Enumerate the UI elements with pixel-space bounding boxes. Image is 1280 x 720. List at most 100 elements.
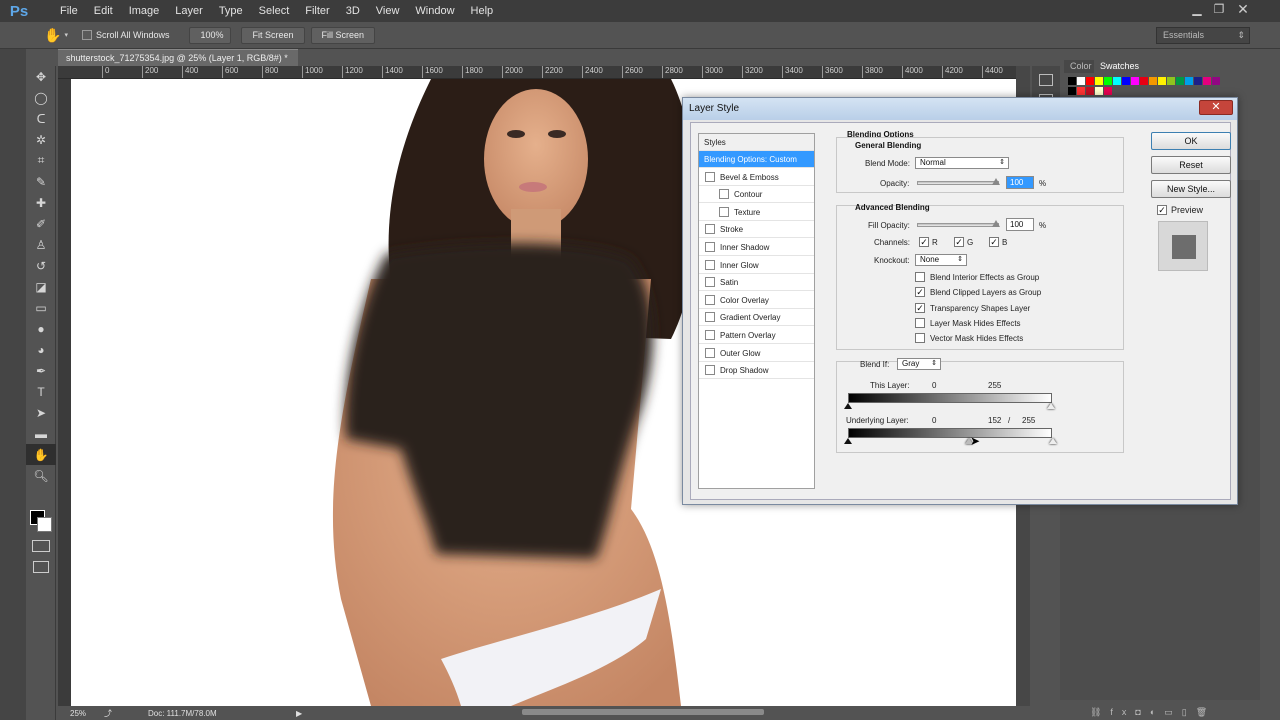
history-panel-icon[interactable] [1039, 74, 1053, 86]
zoom-level[interactable]: 25% [70, 709, 100, 718]
blend-if-select[interactable]: Gray ⇕ [897, 358, 941, 370]
workspace-select[interactable]: Essentials ⇕ [1156, 27, 1250, 44]
close-window-icon[interactable]: ✕ [1232, 0, 1254, 20]
color-panel-tab[interactable]: Color [1064, 60, 1098, 73]
style-checkbox[interactable] [705, 259, 715, 270]
menu-3d[interactable]: 3D [338, 0, 368, 22]
menu-file[interactable]: File [52, 0, 86, 22]
style-checkbox[interactable] [705, 277, 715, 288]
type-tool-icon[interactable]: T [26, 381, 56, 402]
gradient-tool-icon[interactable]: ▭ [26, 297, 56, 318]
channel-checkbox[interactable]: ✓ [919, 237, 929, 247]
color-swatch[interactable] [1068, 87, 1076, 95]
color-swatch[interactable] [1194, 77, 1202, 85]
scroll-all-checkbox[interactable] [81, 30, 92, 40]
style-checkbox[interactable] [719, 189, 729, 200]
advanced-option-checkbox[interactable]: ✓ [915, 287, 925, 298]
path-selection-tool-icon[interactable]: ➤ [26, 402, 56, 423]
style-checkbox[interactable] [705, 171, 715, 182]
style-item[interactable]: Contour [699, 186, 814, 204]
zoom-100-button[interactable]: 100% [189, 26, 232, 44]
style-item[interactable]: Gradient Overlay [699, 309, 814, 327]
history-brush-tool-icon[interactable]: ↺ [26, 255, 56, 276]
reset-button[interactable]: Reset [1151, 156, 1231, 174]
hand-tool-icon[interactable]: ✋ [44, 27, 61, 44]
lasso-tool-icon[interactable]: ᑕ [26, 108, 56, 129]
color-swatch[interactable] [1077, 77, 1085, 85]
channel-checkbox[interactable]: ✓ [989, 237, 999, 247]
style-checkbox[interactable] [705, 312, 715, 323]
this-layer-white-slider[interactable] [1047, 403, 1055, 409]
opacity-input[interactable]: 100 [1006, 176, 1034, 189]
fill-screen-button[interactable]: Fill Screen [310, 26, 376, 44]
healing-brush-tool-icon[interactable]: ✚ [26, 192, 56, 213]
styles-header[interactable]: Styles [699, 134, 814, 151]
this-layer-black-slider[interactable] [844, 403, 852, 409]
menu-view[interactable]: View [368, 0, 408, 22]
color-swatch[interactable] [1104, 77, 1112, 85]
magic-wand-tool-icon[interactable]: ✲ [26, 129, 56, 150]
menu-type[interactable]: Type [211, 0, 251, 22]
opacity-slider[interactable] [917, 181, 999, 185]
style-checkbox[interactable] [719, 206, 729, 217]
style-checkbox[interactable] [705, 294, 715, 305]
marquee-tool-icon[interactable]: ◯ [26, 87, 56, 108]
restore-icon[interactable]: ❐ [1208, 0, 1230, 20]
color-swatch[interactable] [1113, 77, 1121, 85]
advanced-option-checkbox[interactable]: ✓ [915, 302, 925, 313]
color-swatch[interactable] [1086, 77, 1094, 85]
advanced-option-checkbox[interactable] [915, 272, 925, 282]
minimize-icon[interactable]: ▁ [1186, 0, 1208, 20]
style-item[interactable]: Texture [699, 204, 814, 221]
blur-tool-icon[interactable]: ● [26, 318, 56, 339]
status-menu-arrow-icon[interactable]: ▶ [296, 709, 302, 718]
color-swatch[interactable] [1185, 77, 1193, 85]
style-item[interactable]: Stroke [699, 221, 814, 239]
layers-panel-footer-icons[interactable]: ⛓fx◘◐▭▯🗑︎ [1090, 707, 1240, 719]
color-swatch[interactable] [1158, 77, 1166, 85]
eyedropper-tool-icon[interactable]: ✎ [26, 171, 56, 192]
color-swatch[interactable] [1095, 77, 1103, 85]
color-swatch[interactable] [1095, 87, 1103, 95]
style-item[interactable]: Outer Glow [699, 345, 814, 362]
menu-layer[interactable]: Layer [167, 0, 211, 22]
style-item[interactable]: Satin [699, 274, 814, 292]
document-tab[interactable]: shutterstock_71275354.jpg @ 25% (Layer 1… [58, 49, 298, 66]
color-swatch[interactable] [1149, 77, 1157, 85]
color-swatch[interactable] [1203, 77, 1211, 85]
style-item[interactable]: Pattern Overlay [699, 327, 814, 344]
style-item[interactable]: Inner Shadow [699, 239, 814, 256]
horizontal-scrollbar[interactable] [522, 709, 764, 715]
crop-tool-icon[interactable]: ⌗ [26, 150, 56, 171]
menu-select[interactable]: Select [251, 0, 298, 22]
underlying-white-slider[interactable] [1049, 438, 1057, 444]
rectangle-tool-icon[interactable]: ▬ [26, 423, 56, 444]
fit-screen-button[interactable]: Fit Screen [241, 26, 305, 44]
fill-opacity-slider[interactable] [917, 223, 999, 227]
advanced-option-checkbox[interactable] [915, 333, 925, 344]
color-swatch[interactable] [1167, 77, 1175, 85]
style-item[interactable]: Color Overlay [699, 292, 814, 309]
color-swatch[interactable] [1131, 77, 1139, 85]
dodge-tool-icon[interactable]: ◕ [26, 339, 56, 360]
fill-opacity-knob[interactable] [992, 220, 1000, 227]
underlying-black-slider[interactable] [844, 438, 852, 444]
color-swatch[interactable] [1212, 77, 1220, 85]
quick-mask-icon[interactable] [32, 540, 50, 552]
style-checkbox[interactable] [705, 365, 715, 376]
dialog-close-button[interactable]: ✕ [1199, 100, 1233, 115]
pen-tool-icon[interactable]: ✒ [26, 360, 56, 381]
style-checkbox[interactable] [705, 330, 715, 340]
style-checkbox[interactable] [705, 224, 715, 235]
style-item[interactable]: Blending Options: Custom [699, 151, 814, 168]
knockout-select[interactable]: None ⇕ [915, 254, 967, 266]
preview-checkbox[interactable]: ✓ [1157, 205, 1167, 215]
zoom-tool-icon[interactable]: 🔍︎ [26, 465, 56, 486]
style-item[interactable]: Bevel & Emboss [699, 169, 814, 186]
export-icon[interactable]: ⤴ [104, 708, 120, 719]
color-swatch[interactable] [1086, 87, 1094, 95]
new-style-button[interactable]: New Style... [1151, 180, 1231, 198]
swatches-panel-tab[interactable]: Swatches [1094, 60, 1146, 73]
tool-preset-arrow-icon[interactable]: ▾ [64, 31, 68, 39]
clone-stamp-tool-icon[interactable]: ♙ [26, 234, 56, 255]
